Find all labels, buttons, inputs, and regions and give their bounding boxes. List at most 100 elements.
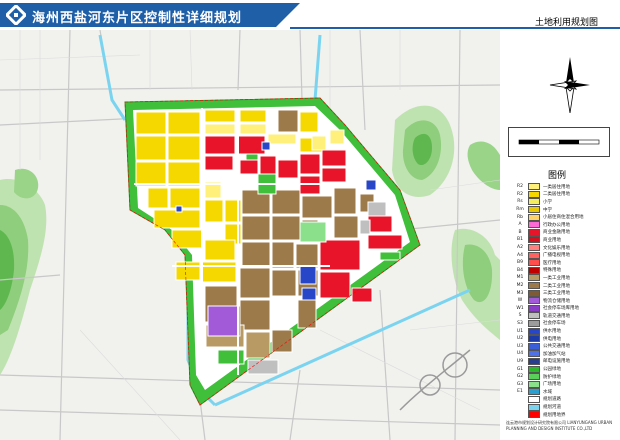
- legend-item: S 轨道交通用地: [512, 312, 612, 320]
- legend-code: A4: [517, 252, 523, 258]
- legend-item: B9 医疗用地: [512, 259, 612, 267]
- legend-swatch: [528, 206, 540, 214]
- legend-label: 社会停车场: [543, 321, 566, 327]
- legend-code: Rb: [517, 214, 523, 220]
- legend-label: 防护绿地: [543, 374, 561, 380]
- legend-code: W1: [516, 305, 524, 311]
- legend-swatch: [528, 411, 540, 419]
- legend-item: M3 三类工业用地: [512, 289, 612, 297]
- legend-item: G3 广场用地: [512, 380, 612, 388]
- legend-label: 公园绿地: [543, 367, 561, 373]
- legend-item: M2 二类工业用地: [512, 282, 612, 290]
- legend-item: U4 加油加气站: [512, 350, 612, 358]
- legend-swatch: [528, 342, 540, 350]
- legend-code: U3: [516, 343, 524, 349]
- land-use-map[interactable]: [0, 30, 500, 440]
- legend-code: B1: [517, 237, 523, 243]
- legend-code: B4: [517, 267, 523, 273]
- legend-item: G1 公园绿地: [512, 365, 612, 373]
- legend-code: G1: [516, 366, 524, 372]
- legend-swatch: [528, 274, 540, 282]
- legend-swatch: [528, 319, 540, 327]
- legend-swatch: [528, 244, 540, 252]
- legend-swatch: [528, 380, 540, 388]
- legend-item: Rb 小居住商住混合用地: [512, 213, 612, 221]
- legend-code: U9: [516, 358, 524, 364]
- legend-label: 社会停车场库用地: [543, 306, 579, 312]
- legend-code: G3: [516, 381, 524, 387]
- legend-swatch: [528, 388, 540, 396]
- storage-block: [207, 305, 241, 337]
- legend-code: Rs: [517, 199, 523, 205]
- scale-bar: [508, 127, 610, 157]
- legend-item: A 行政办公用地: [512, 221, 612, 229]
- legend-swatch: [528, 236, 540, 244]
- legend-swatch: [528, 221, 540, 229]
- legend-label: 医疗用地: [543, 260, 561, 266]
- legend-label: 供电用地: [543, 336, 561, 342]
- legend-item: R2 二类居住用地: [512, 190, 612, 199]
- legend-swatch: [528, 395, 540, 403]
- map-canvas: [0, 30, 500, 440]
- title-rule: [290, 27, 620, 29]
- institute-footer: 连云港市规划设计研究院有限公司 LIANYUNGANG URBAN PLANNI…: [506, 420, 613, 431]
- legend-code: B: [518, 229, 522, 235]
- legend-label: 规划道路: [543, 397, 561, 403]
- legend-item: 规划用地界: [512, 411, 612, 419]
- legend-item: B 商业金融用地: [512, 228, 612, 237]
- legend-item: A2 文化娱乐用地: [512, 244, 612, 252]
- legend-code: R2: [517, 184, 523, 190]
- legend-label: 小居住商住混合用地: [543, 215, 584, 221]
- legend-swatch: [528, 183, 540, 191]
- legend-label: 二类工业用地: [543, 283, 570, 289]
- legend-label: 三类工业用地: [543, 291, 570, 297]
- legend-code: S: [518, 313, 522, 319]
- legend-code: S3: [517, 320, 523, 326]
- legend-swatch: [528, 327, 540, 335]
- legend-code: E1: [517, 389, 523, 395]
- legend-label: 规划用地界: [543, 412, 566, 418]
- legend-swatch: [528, 365, 540, 373]
- legend-label: 物流仓储用地: [543, 298, 570, 304]
- legend-item: B4 特殊用地: [512, 266, 612, 275]
- legend-label: 中学: [543, 207, 552, 213]
- legend-swatch: [528, 289, 540, 297]
- institute-logo-icon: [6, 5, 26, 25]
- legend-swatch: [528, 282, 540, 290]
- legend-code: B9: [517, 260, 523, 266]
- legend-item: U1 供水用地: [512, 327, 612, 335]
- legend-swatch: [528, 259, 540, 267]
- legend-item: A4 广播电视用地: [512, 251, 612, 259]
- legend-label: 文化娱乐用地: [543, 245, 570, 251]
- legend-code: M3: [516, 290, 524, 296]
- legend-item: 规划河道: [512, 403, 612, 411]
- page-title: 海州西盐河东片区控制性详细规划: [32, 11, 243, 26]
- legend-swatch: [528, 373, 540, 381]
- legend-label: 二类居住用地: [543, 192, 570, 198]
- legend-swatch: [528, 251, 540, 259]
- legend-item: E1 水域: [512, 388, 612, 396]
- legend-code: U4: [516, 351, 524, 357]
- legend-item: Rs 小学: [512, 198, 612, 206]
- legend-label: 一类居住用地: [543, 184, 570, 190]
- legend-swatch: [528, 357, 540, 365]
- legend-swatch: [528, 297, 540, 305]
- legend-label: 供水用地: [543, 329, 561, 335]
- legend-swatch: [528, 403, 540, 411]
- legend-swatch: [528, 350, 540, 358]
- legend-swatch: [528, 190, 540, 198]
- legend-item: R2 一类居住用地: [512, 183, 612, 191]
- legend-swatch: [528, 213, 540, 221]
- legend-item: W 物流仓储用地: [512, 297, 612, 305]
- legend-swatch: [528, 304, 540, 312]
- legend-label: 广场用地: [543, 382, 561, 388]
- legend-code: A: [518, 222, 522, 228]
- legend-label: 邮电设施用地: [543, 359, 570, 365]
- legend-label: 商业金融用地: [543, 230, 570, 236]
- legend-swatch: [528, 312, 540, 320]
- legend-list: R2 一类居住用地 R2 二类居住用地 Rs 小学 Rm 中学 Rb 小居住商住混合用地 A 行政办公…: [512, 183, 612, 419]
- legend-swatch: [528, 198, 540, 206]
- legend-item: B1 商业用地: [512, 236, 612, 244]
- legend-label: 商业用地: [543, 237, 561, 243]
- legend-code: M1: [516, 275, 524, 281]
